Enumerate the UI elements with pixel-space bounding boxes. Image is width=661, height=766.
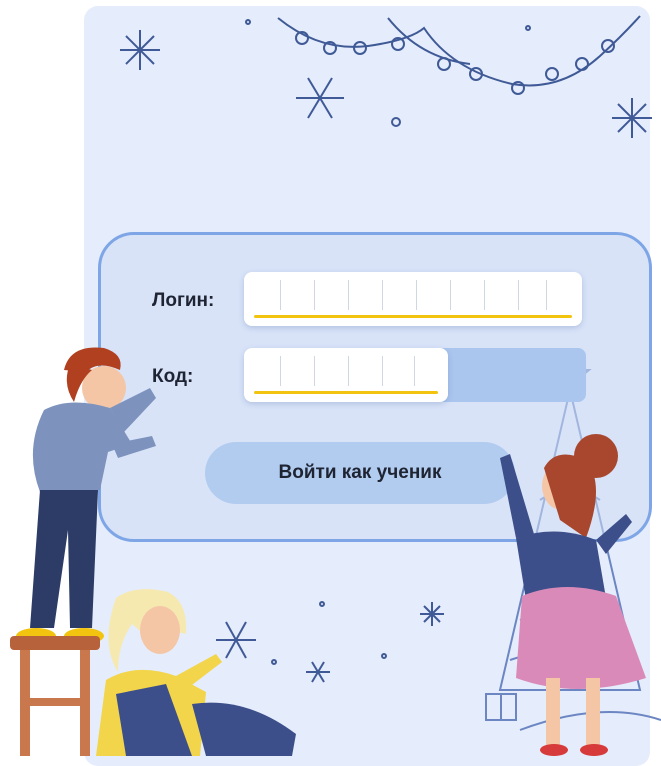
input-cell-divider [450,280,451,310]
input-cell-divider [382,280,383,310]
login-input[interactable] [244,272,582,326]
input-cell-divider [382,356,383,386]
garland-icon [277,15,641,95]
input-cell-divider [314,356,315,386]
login-as-student-button[interactable]: Войти как ученик [205,442,515,504]
input-cell-divider [280,280,281,310]
input-underline [254,391,438,394]
input-cell-divider [348,280,349,310]
input-underline [254,315,572,318]
login-label: Логин: [152,290,215,311]
girl-with-skirt [500,434,646,756]
input-cell-divider [280,356,281,386]
input-cell-divider [348,356,349,386]
input-cell-divider [414,356,415,386]
input-cell-divider [416,280,417,310]
wooden-stool [10,636,100,756]
girl-sitting [96,589,296,756]
code-input-track [440,348,586,402]
code-input[interactable] [244,348,448,402]
input-cell-divider [314,280,315,310]
input-cell-divider [546,280,547,310]
input-cell-divider [518,280,519,310]
input-cell-divider [484,280,485,310]
